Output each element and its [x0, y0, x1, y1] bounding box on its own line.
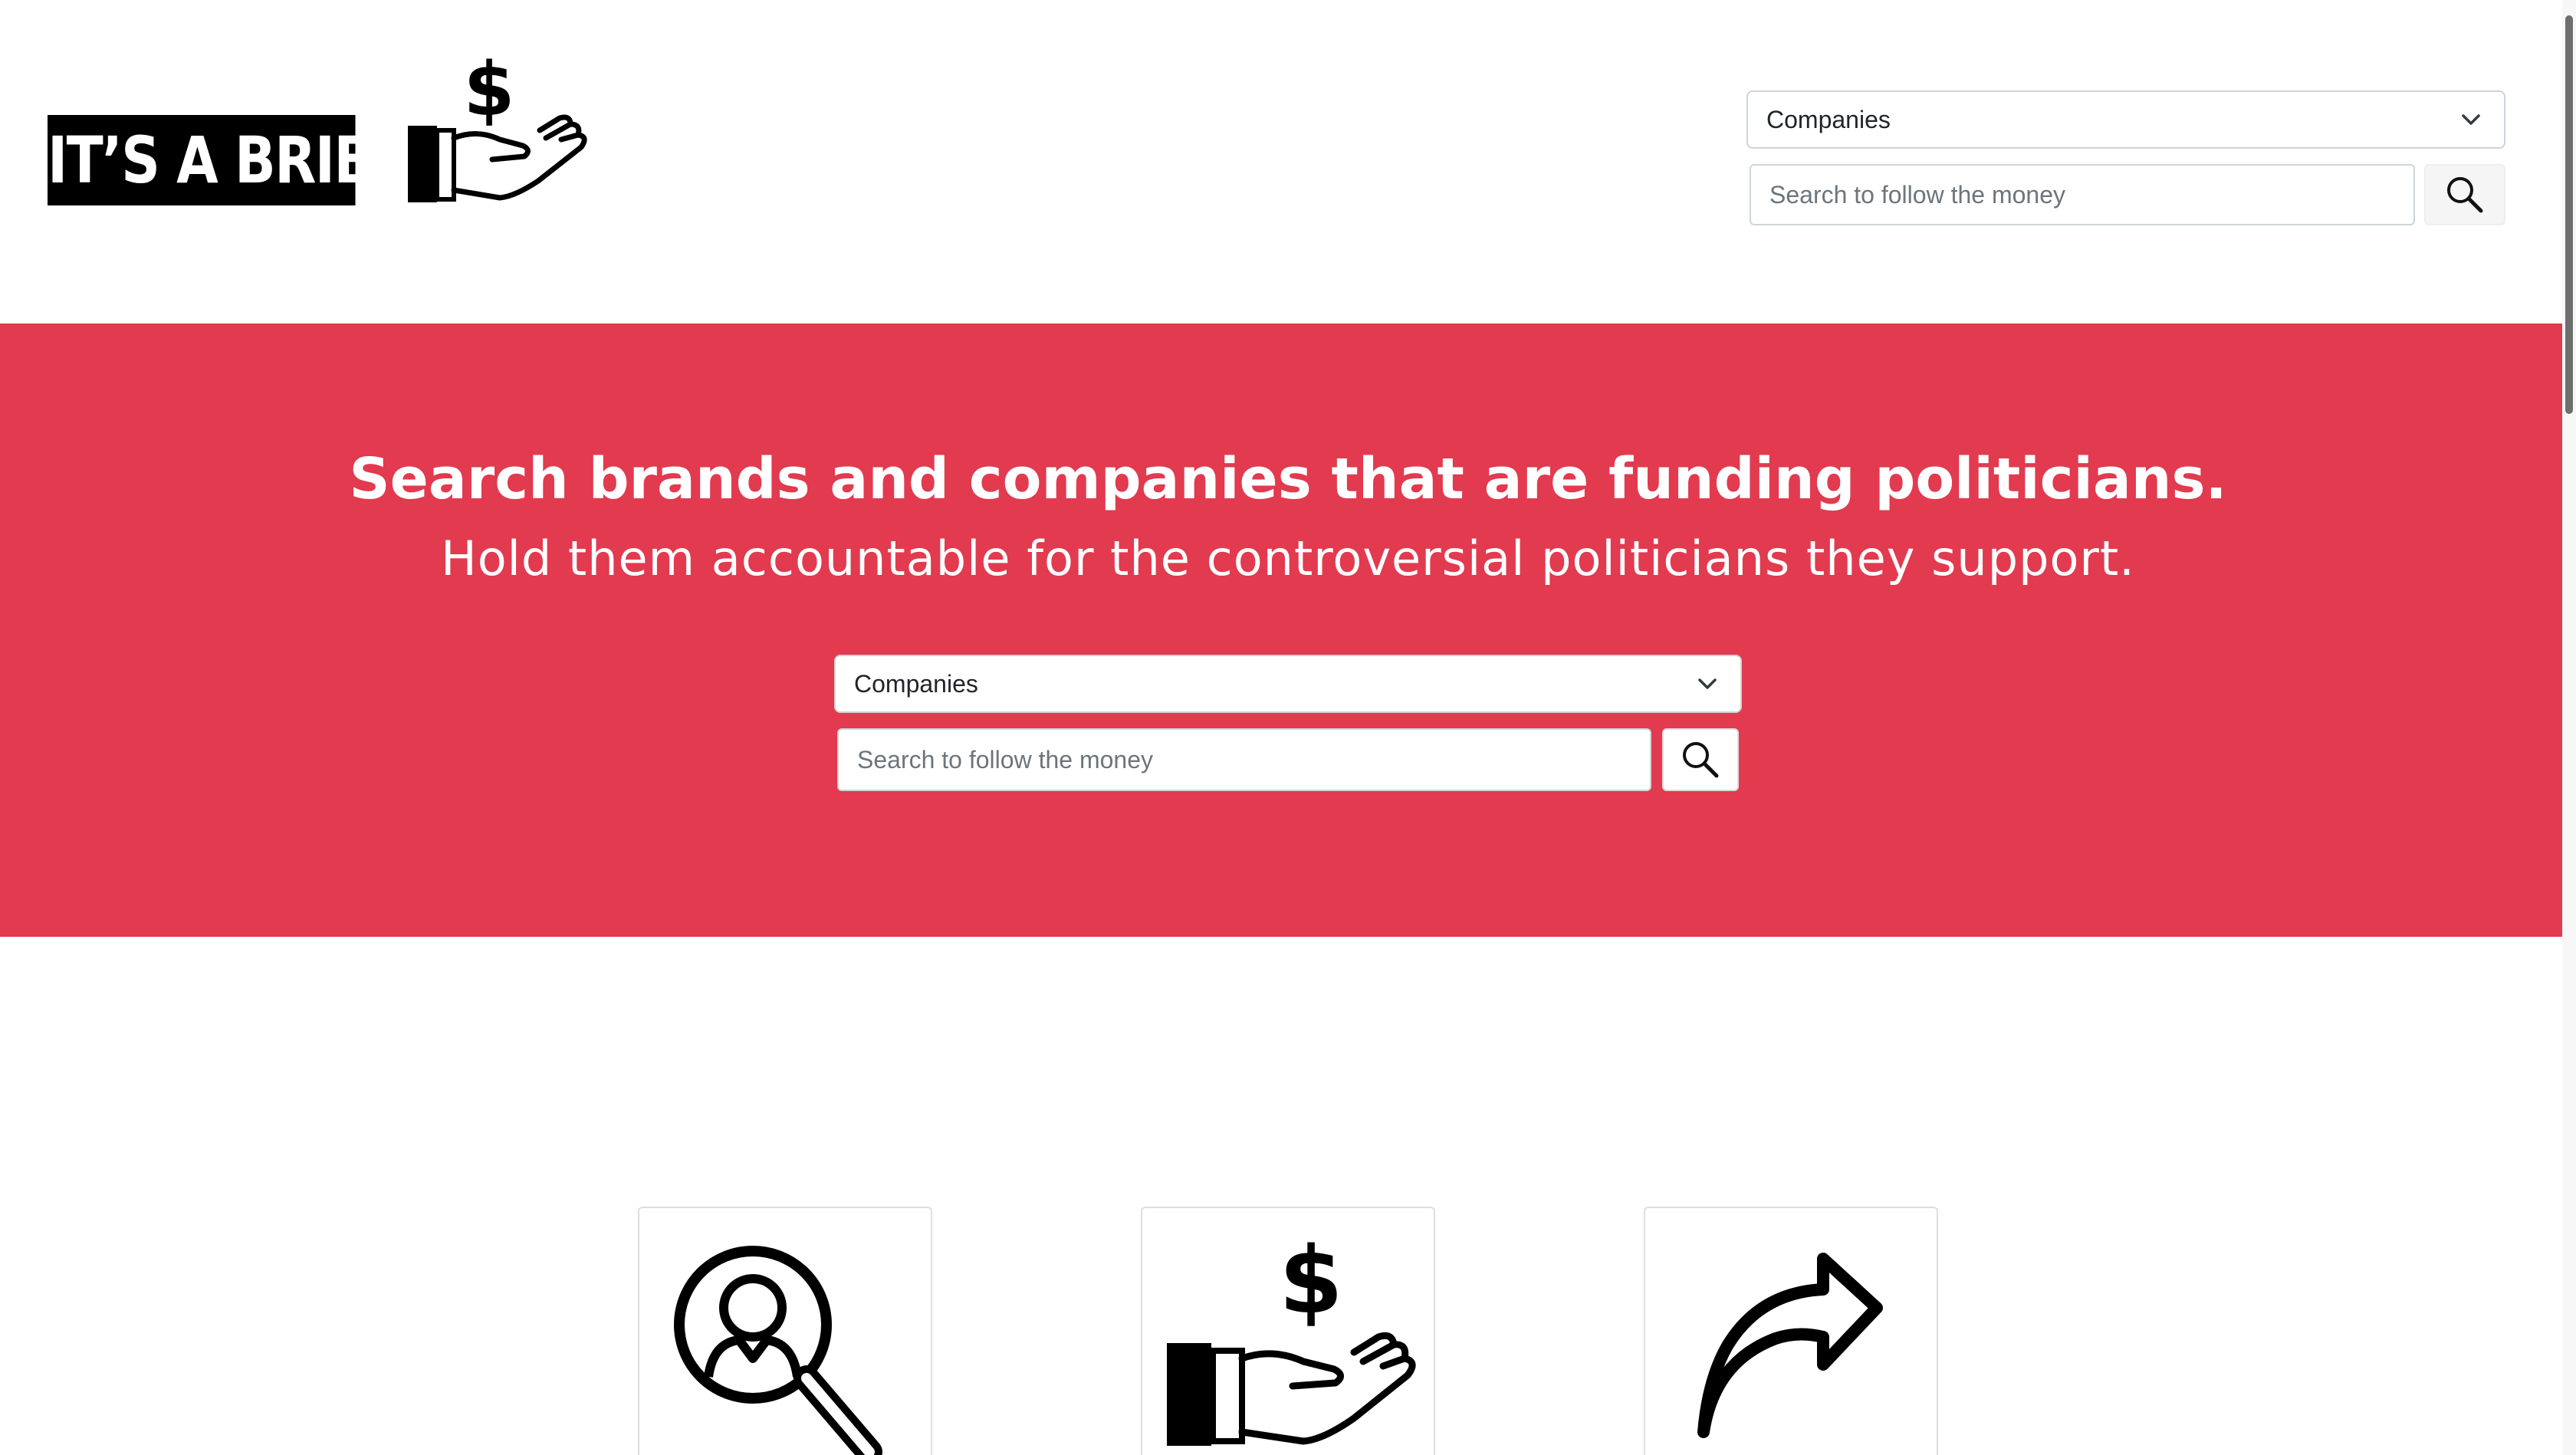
feature-card-share	[1644, 1207, 1938, 1455]
feature-card-money: $	[1141, 1207, 1435, 1455]
share-arrow-icon	[1697, 1253, 1883, 1438]
hero-search-type-select[interactable]: Companies	[834, 655, 1742, 713]
money-hand-icon: $	[1167, 1228, 1416, 1446]
hero-search-placeholder: Search to follow the money	[857, 746, 1153, 773]
magnifier-person-icon	[674, 1246, 882, 1455]
header-search-type-select[interactable]: Companies	[1746, 90, 2505, 149]
chevron-down-icon	[2462, 114, 2480, 125]
header-search-type-value: Companies	[1766, 106, 1891, 133]
hero-search-input[interactable]: Search to follow the money	[837, 728, 1651, 791]
page-scrollbar[interactable]	[2562, 0, 2576, 1455]
logo-dollar-sign: $	[464, 47, 515, 133]
page: IT’S A BRIBE $ Companies Search to follo…	[0, 0, 2576, 1455]
logo-text: IT’S A BRIBE	[48, 115, 411, 205]
search-icon	[2447, 177, 2483, 213]
card-dollar-sign: $	[1279, 1228, 1343, 1335]
site-header: IT’S A BRIBE $ Companies Search to follo…	[0, 0, 2562, 324]
hero-subtitle: Hold them accountable for the controvers…	[441, 530, 2135, 586]
scrollbar-thumb[interactable]	[2565, 15, 2573, 414]
hero-search-type-value: Companies	[854, 670, 978, 698]
feature-card-research	[638, 1207, 932, 1455]
header-search-input[interactable]: Search to follow the money	[1750, 164, 2415, 225]
header-search-placeholder: Search to follow the money	[1769, 181, 2065, 209]
search-icon	[1683, 742, 1719, 778]
chevron-down-icon	[1698, 678, 1717, 689]
hero-banner: Search brands and companies that are fun…	[0, 324, 2562, 937]
money-hand-icon: $	[408, 47, 587, 202]
hero-title: Search brands and companies that are fun…	[349, 446, 2227, 512]
header-search-button[interactable]	[2424, 164, 2505, 225]
hero-search-button[interactable]	[1662, 728, 1739, 791]
site-logo[interactable]: IT’S A BRIBE $	[48, 44, 593, 209]
